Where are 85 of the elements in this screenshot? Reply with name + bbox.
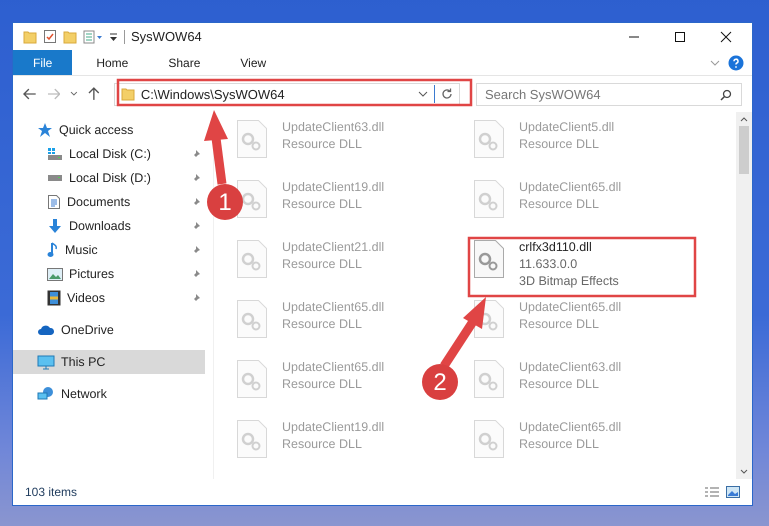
folder-icon[interactable] <box>23 30 37 44</box>
scroll-up-icon[interactable] <box>740 116 748 122</box>
drive-icon <box>47 174 63 182</box>
expand-ribbon-icon[interactable] <box>710 58 720 66</box>
step-badge <box>422 364 458 400</box>
monitor-icon <box>37 354 55 370</box>
search-field[interactable]: Search SysWOW64 <box>476 82 742 106</box>
new-folder-icon[interactable] <box>63 30 77 44</box>
step-badge <box>207 184 243 220</box>
nav-item[interactable]: This PC <box>13 350 205 374</box>
cloud-icon <box>37 324 55 336</box>
nav-item[interactable]: Local Disk (D:) <box>13 166 205 190</box>
recent-locations-caret-icon[interactable] <box>70 91 78 97</box>
file-detail: Resource DLL <box>282 136 363 153</box>
window-title: SysWOW64 <box>131 29 202 44</box>
nav-label: Pictures <box>69 267 114 281</box>
nav-item[interactable]: OneDrive <box>13 318 205 342</box>
back-arrow-icon[interactable] <box>23 88 37 100</box>
file-detail: Resource DLL <box>282 316 363 333</box>
ribbon-tab[interactable]: Share <box>152 50 216 75</box>
dropdown-caret-icon[interactable] <box>418 91 428 97</box>
file-detail: Resource DLL <box>519 196 600 213</box>
nav-item[interactable]: Quick access <box>13 118 205 142</box>
large-icons-view-icon[interactable] <box>726 486 740 498</box>
nav-label: Local Disk (D:) <box>69 171 151 185</box>
pointer-arrow <box>440 297 486 368</box>
nav-label: This PC <box>61 355 106 369</box>
up-arrow-icon[interactable] <box>88 87 100 101</box>
scrollbar-thumb[interactable] <box>739 126 749 174</box>
ribbon-tab[interactable]: File <box>13 50 72 75</box>
nav-item[interactable]: Downloads <box>13 214 205 238</box>
help-icon[interactable] <box>728 54 744 70</box>
file-detail: 3D Bitmap Effects <box>519 273 619 290</box>
close-icon[interactable] <box>720 30 732 42</box>
nav-label: OneDrive <box>61 323 114 337</box>
refresh-icon[interactable] <box>440 88 453 100</box>
file-detail: Resource DLL <box>282 256 363 273</box>
file-detail: Resource DLL <box>519 316 600 333</box>
file-detail: Resource DLL <box>282 376 363 393</box>
maximize-icon[interactable] <box>674 30 686 42</box>
star-icon <box>37 122 53 138</box>
nav-item[interactable]: Network <box>13 382 205 406</box>
step-number: 2 <box>433 369 447 396</box>
dll-file-icon[interactable] <box>473 239 505 279</box>
properties-icon[interactable] <box>43 29 57 44</box>
file-detail: Resource DLL <box>519 376 600 393</box>
nav-label: Local Disk (C:) <box>69 147 151 161</box>
picture-icon <box>47 268 63 280</box>
customize-caret-icon[interactable] <box>109 32 118 42</box>
nav-label: Documents <box>67 195 130 209</box>
nav-label: Downloads <box>69 219 131 233</box>
document-icon <box>47 194 61 210</box>
details-view-icon[interactable] <box>704 486 720 498</box>
nav-label: Music <box>65 243 98 257</box>
file-detail: Resource DLL <box>282 196 363 213</box>
nav-label: Quick access <box>59 123 134 137</box>
file-detail: Resource DLL <box>282 436 363 453</box>
ribbon-tab[interactable]: Home <box>80 50 144 75</box>
file-detail: 11.633.0.0 <box>519 256 578 273</box>
scroll-down-icon[interactable] <box>740 469 748 475</box>
nav-item[interactable]: Documents <box>13 190 205 214</box>
nav-item[interactable]: Music <box>13 238 205 262</box>
forward-arrow-icon[interactable] <box>46 88 60 100</box>
nav-item[interactable]: Local Disk (C:) <box>13 142 205 166</box>
down-arrow-icon <box>47 218 63 234</box>
ribbon-tab[interactable]: View <box>224 50 282 75</box>
nav-item[interactable]: Videos <box>13 286 205 310</box>
item-count: 103 items <box>25 485 78 499</box>
view-options-icon[interactable] <box>83 30 103 44</box>
folder-icon <box>120 87 135 101</box>
search-icon <box>720 88 732 100</box>
nav-label: Network <box>61 387 107 401</box>
film-strip-icon <box>47 290 61 306</box>
step-number: 1 <box>218 189 232 216</box>
address-path: C:\Windows\SysWOW64 <box>140 86 286 102</box>
address-bar[interactable]: C:\Windows\SysWOW64 <box>114 82 460 106</box>
nav-item[interactable]: Pictures <box>13 262 205 286</box>
network-icon <box>37 386 55 402</box>
file-detail: Resource DLL <box>519 436 600 453</box>
music-note-icon <box>47 242 59 258</box>
windows-drive-icon <box>47 147 63 161</box>
scrollbar[interactable] <box>736 112 752 479</box>
file-name[interactable]: crlfx3d110.dll <box>519 239 619 256</box>
file-detail: Resource DLL <box>519 136 600 153</box>
nav-label: Videos <box>67 291 105 305</box>
